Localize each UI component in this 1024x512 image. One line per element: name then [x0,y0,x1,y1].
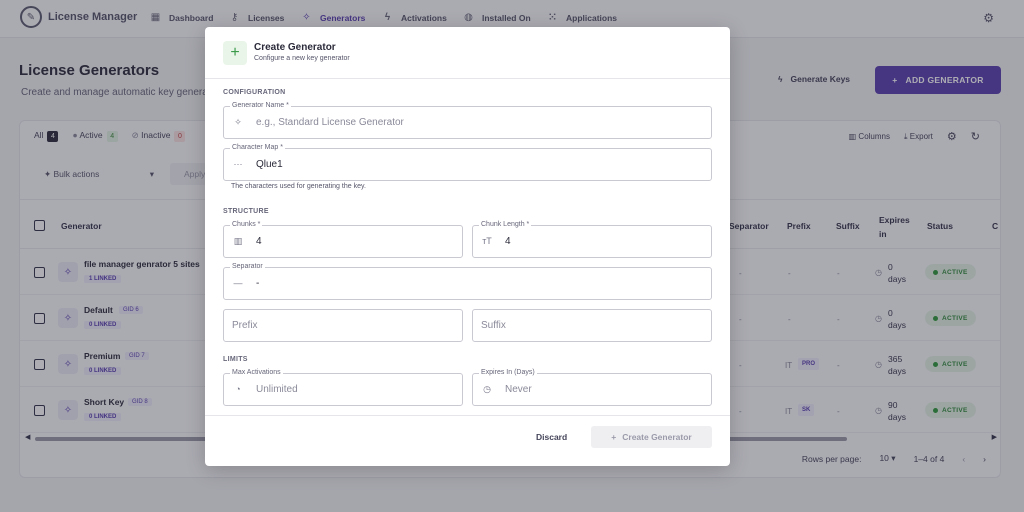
minus-icon: — [233,278,243,288]
text-size-icon: ᴛT [482,236,492,246]
plus-icon: + [611,432,617,442]
dialog-body: CONFIGURATION Generator Name * ✧ Charact… [205,79,730,415]
separator-field[interactable]: Separator — [223,263,712,300]
section-configuration: CONFIGURATION [223,89,286,96]
generator-icon: ✧ [234,117,242,127]
plus-icon: + [223,41,247,65]
expires-in-field[interactable]: Expires In (Days) ◷ [472,369,712,406]
gauge-icon: ◔ [235,384,241,394]
prefix-input[interactable] [232,310,430,341]
dialog-footer: Discard + Create Generator [205,415,730,466]
section-limits: LIMITS [223,356,248,363]
chunks-field[interactable]: Chunks * ▥ [223,221,463,258]
dialog-subtitle: Configure a new key generator [254,55,350,62]
generator-name-input[interactable] [256,107,703,138]
expires-in-input[interactable] [505,374,703,405]
discard-button[interactable]: Discard [536,432,567,442]
suffix-field[interactable] [472,309,712,342]
columns-icon: ▥ [233,236,243,246]
separator-input[interactable] [256,268,703,299]
prefix-field[interactable] [223,309,463,342]
dots-icon: ··· [233,159,243,169]
character-map-input[interactable] [256,149,703,180]
clock-icon: ◷ [483,384,491,394]
button-label: Create Generator [622,432,692,442]
suffix-input[interactable] [481,310,679,341]
character-map-field[interactable]: Character Map * ··· [223,144,712,181]
dialog-header: + Create Generator Configure a new key g… [205,27,730,79]
generator-name-field[interactable]: Generator Name * ✧ [223,102,712,139]
create-generator-dialog: + Create Generator Configure a new key g… [205,27,730,466]
character-map-helper: The characters used for generating the k… [231,183,366,190]
max-activations-input[interactable] [256,374,454,405]
chunk-length-field[interactable]: Chunk Length * ᴛT [472,221,712,258]
chunk-length-input[interactable] [505,226,703,257]
create-generator-button[interactable]: + Create Generator [591,426,712,448]
section-structure: STRUCTURE [223,208,269,215]
max-activations-field[interactable]: Max Activations ◔ [223,369,463,406]
chunks-input[interactable] [256,226,454,257]
dialog-title: Create Generator [254,42,336,53]
